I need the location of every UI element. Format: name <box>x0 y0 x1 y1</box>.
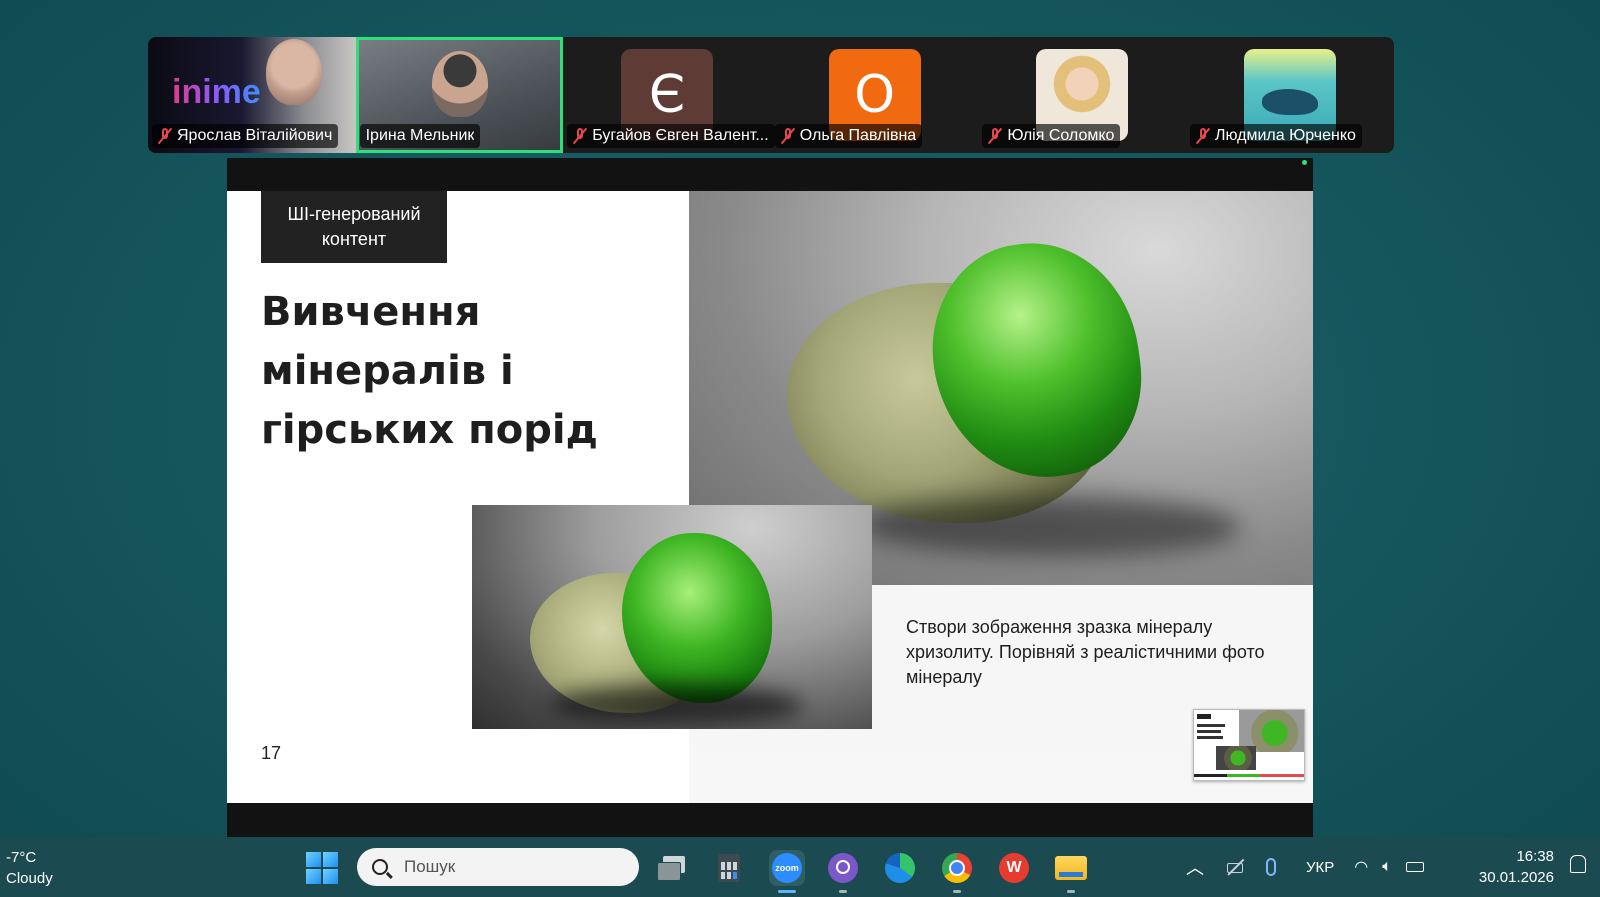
clock-date: 30.01.2026 <box>1478 869 1554 886</box>
participant-tile[interactable]: О Ольга Павлівна <box>771 37 979 153</box>
system-clock[interactable]: 16:38 30.01.2026 <box>1479 846 1554 888</box>
participant-name-tag: Людмила Юрченко <box>1189 124 1362 148</box>
mic-muted-icon <box>781 127 795 145</box>
mic-muted-icon <box>1196 127 1210 145</box>
participant-name-tag: Ірина Мельник <box>359 124 481 148</box>
participant-name-tag: Юлія Соломко <box>982 124 1121 148</box>
camera-off-icon[interactable] <box>1226 857 1246 877</box>
participant-name: Ірина Мельник <box>365 127 475 144</box>
weather-description: Cloudy <box>6 870 53 887</box>
task-view-icon[interactable] <box>655 851 689 885</box>
volume-icon[interactable]: 🔈︎ <box>1382 858 1392 876</box>
participant-name: Людмила Юрченко <box>1214 127 1356 144</box>
ai-content-badge: ШІ-генерований контент <box>261 191 447 263</box>
participant-name: Бугайов Євген Валент... <box>592 127 769 144</box>
wifi-icon[interactable]: ◠ <box>1354 857 1368 877</box>
participant-tile[interactable]: inime Ярослав Віталійович <box>148 37 356 153</box>
mic-muted-icon <box>573 127 587 145</box>
file-explorer-icon[interactable] <box>1054 851 1088 885</box>
mineral-photo-small <box>472 505 872 729</box>
edge-browser-icon[interactable] <box>883 851 917 885</box>
slide-thumbnail-preview[interactable] <box>1193 709 1305 781</box>
wps-office-icon[interactable]: W <box>997 851 1031 885</box>
participant-name-tag: Ольга Павлівна <box>774 124 923 148</box>
mic-muted-icon <box>988 127 1002 145</box>
slide-title: Вивчення мінералів і гірських порід <box>261 289 598 453</box>
search-icon <box>372 859 388 875</box>
taskbar-search[interactable]: Пошук <box>357 848 639 886</box>
participant-background-logo: inime <box>172 73 261 111</box>
chevron-up-icon[interactable]: ︿ <box>1186 854 1204 880</box>
search-placeholder: Пошук <box>404 857 456 876</box>
zoom-running-indicator <box>778 890 796 893</box>
share-indicator-dot <box>1302 160 1307 165</box>
weather-widget[interactable]: -7°C Cloudy <box>6 847 53 889</box>
windows-start-icon[interactable] <box>306 852 338 884</box>
participant-video <box>266 39 322 105</box>
explorer-running-indicator <box>1067 890 1075 893</box>
system-tray: ︿ УКР ◠ 🔈︎ <box>1186 837 1424 897</box>
viber-running-indicator <box>839 890 847 893</box>
weather-temperature: -7°C <box>6 849 37 866</box>
participant-name: Юлія Соломко <box>1007 127 1115 144</box>
viber-icon[interactable] <box>826 851 860 885</box>
participant-video <box>431 51 488 117</box>
chrome-running-indicator <box>953 890 961 893</box>
chrome-browser-icon[interactable] <box>940 851 974 885</box>
windows-taskbar: -7°C Cloudy Пошук zoom W ︿ УКР ◠ 🔈︎ 16:3… <box>0 837 1600 897</box>
slide-page-number: 17 <box>261 743 282 763</box>
battery-icon[interactable] <box>1405 862 1424 872</box>
participant-tile[interactable]: Є Бугайов Євген Валент... <box>563 37 775 153</box>
mic-muted-icon <box>158 127 172 145</box>
participant-name-tag: Ярослав Віталійович <box>152 124 339 148</box>
calculator-icon[interactable] <box>712 851 746 885</box>
participant-name-tag: Бугайов Євген Валент... <box>567 124 775 148</box>
participant-strip: inime Ярослав Віталійович Ірина Мельник … <box>148 37 1394 153</box>
participant-tile[interactable]: Юлія Соломко <box>978 37 1186 153</box>
participant-name: Ярослав Віталійович <box>177 127 333 144</box>
slide-caption: Створи зображення зразка мінералу хризол… <box>906 617 1265 687</box>
participant-tile[interactable]: Людмила Юрченко <box>1186 37 1394 153</box>
clock-time: 16:38 <box>1516 848 1554 865</box>
presentation-slide: ШІ-генерований контент Вивчення мінералі… <box>227 191 1313 803</box>
notification-bell-icon[interactable] <box>1570 855 1586 873</box>
microphone-icon[interactable] <box>1266 858 1276 876</box>
zoom-app-icon[interactable]: zoom <box>769 850 805 886</box>
language-indicator[interactable]: УКР <box>1306 859 1334 876</box>
participant-tile-active-speaker[interactable]: Ірина Мельник <box>355 37 564 153</box>
participant-name: Ольга Павлівна <box>799 127 917 144</box>
